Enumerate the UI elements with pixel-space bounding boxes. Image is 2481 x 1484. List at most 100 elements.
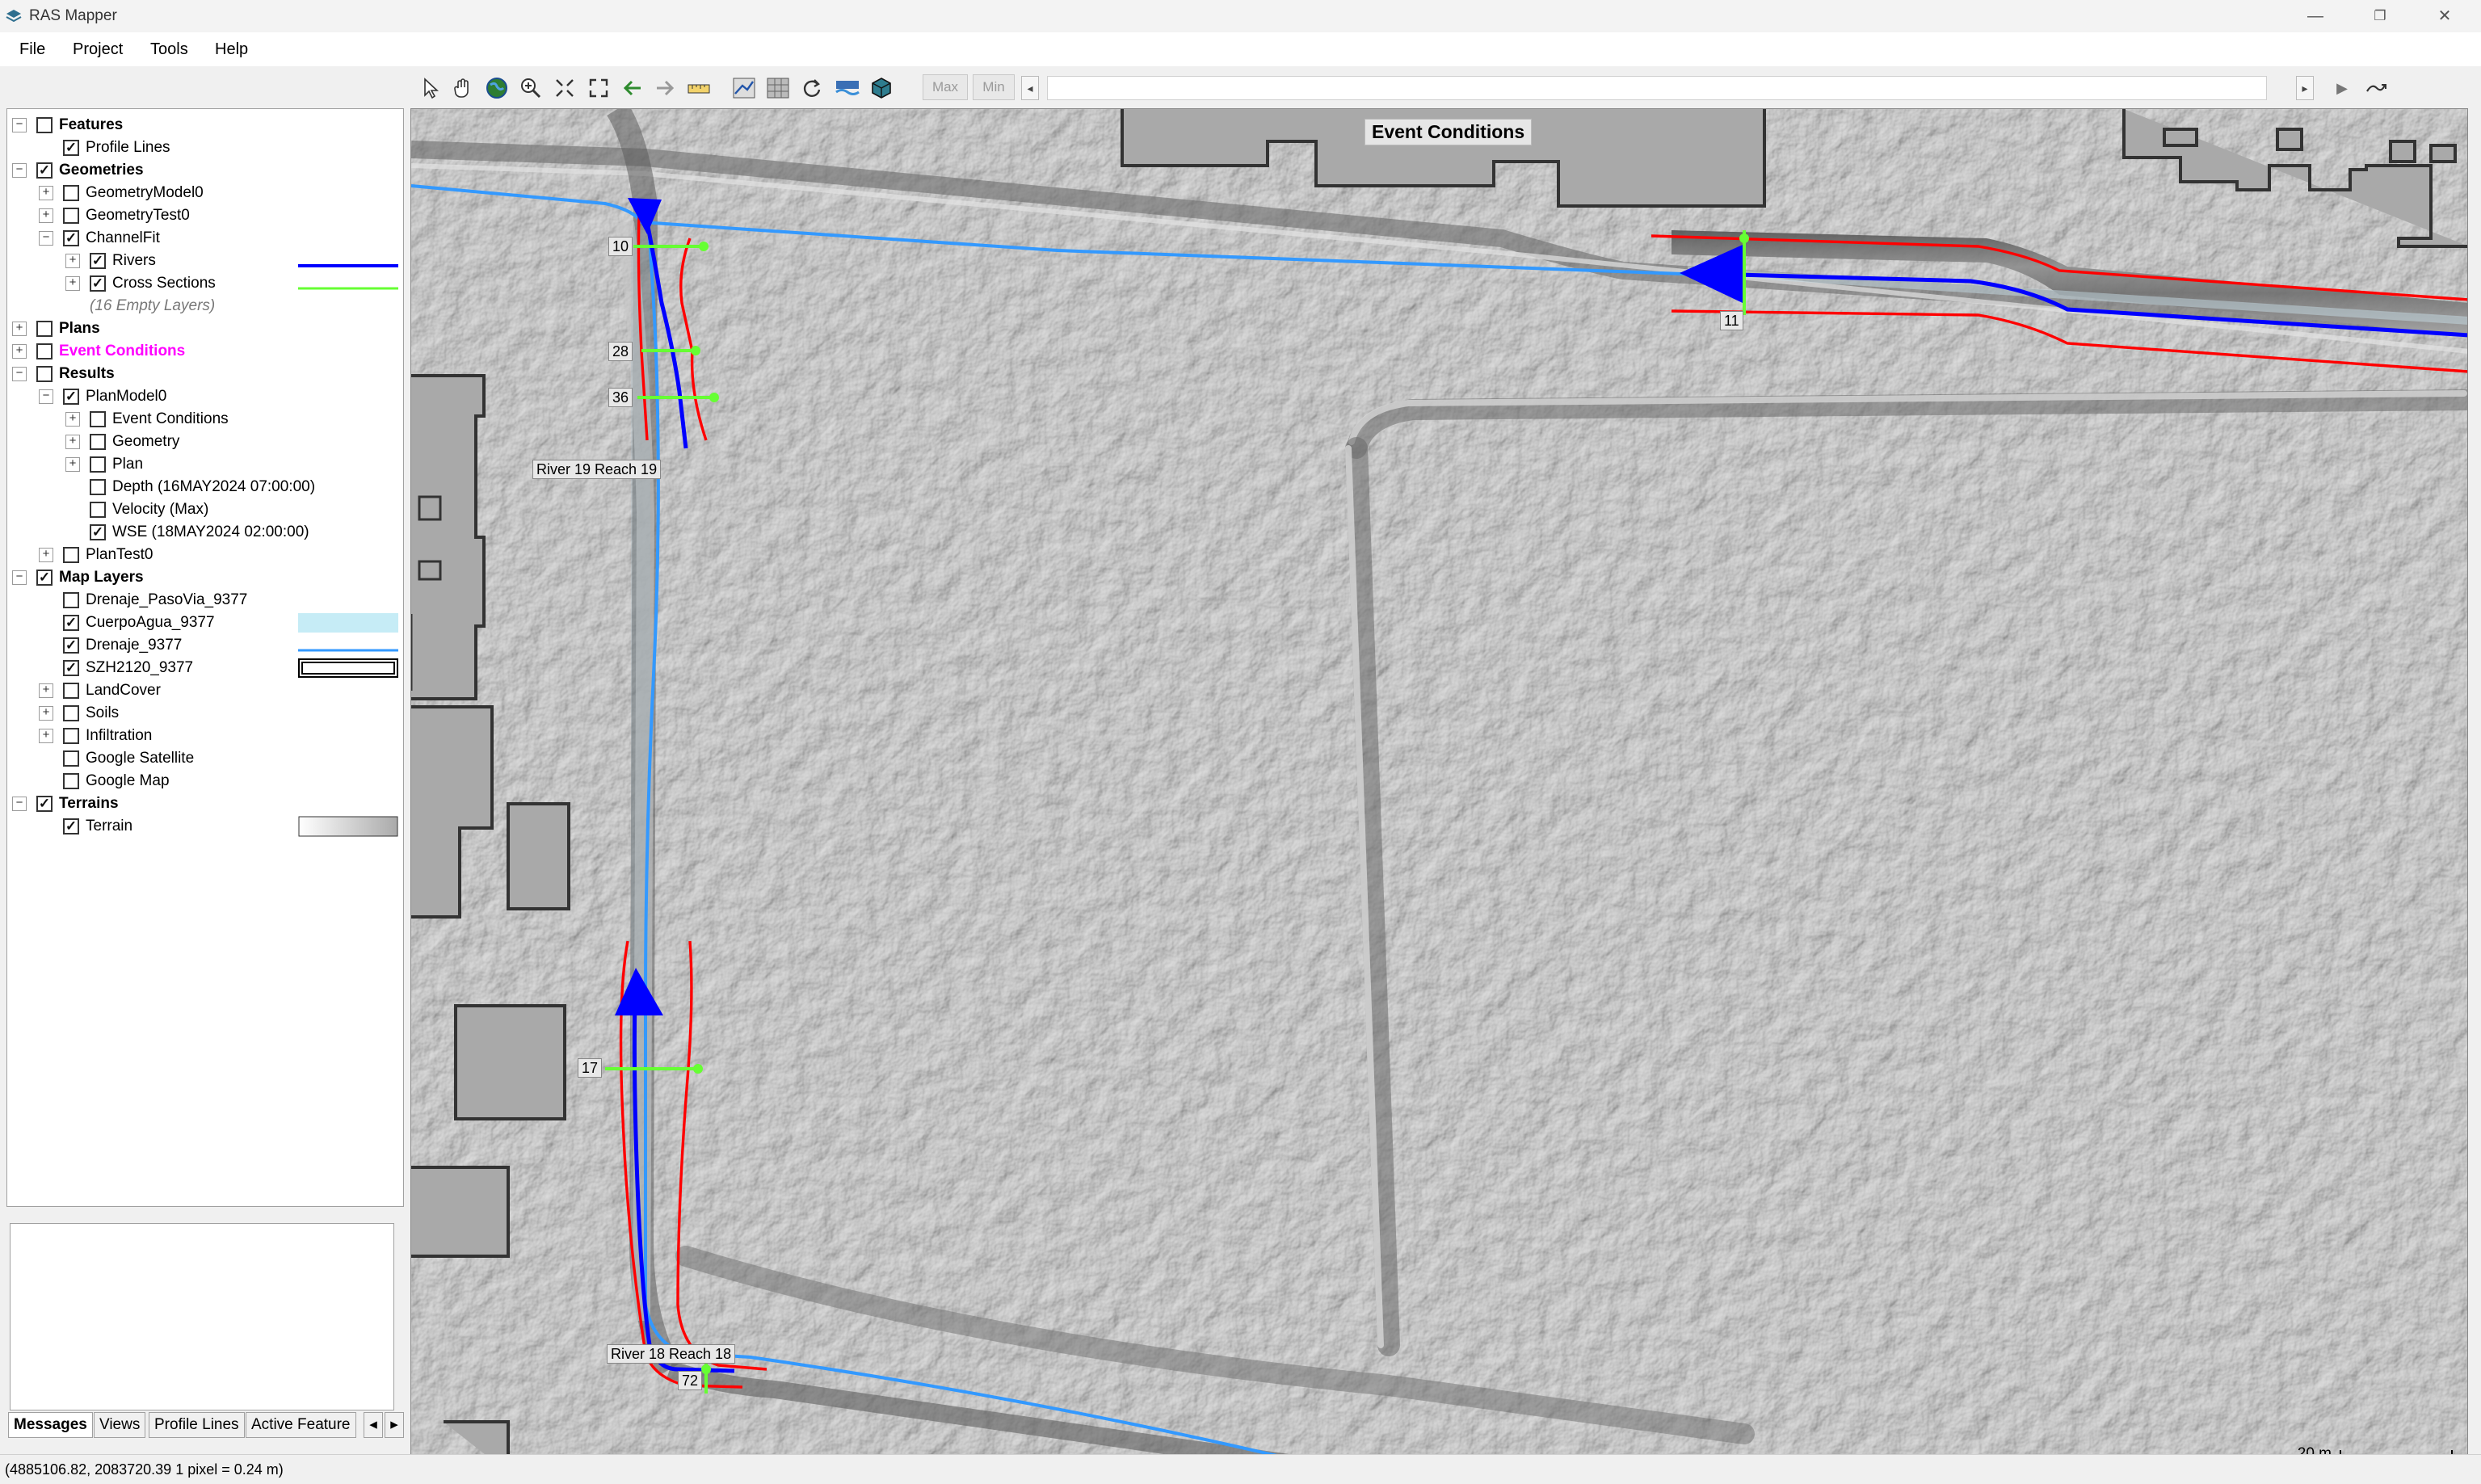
layer-row-landcover[interactable]: + LandCover bbox=[39, 679, 161, 702]
layer-row-planmodel0[interactable]: − ✓ PlanModel0 bbox=[39, 385, 166, 408]
layer-row-szh2120-9377[interactable]: ✓ SZH2120_9377 bbox=[39, 657, 193, 679]
grid-raster-icon[interactable] bbox=[764, 74, 792, 102]
layer-checkbox[interactable] bbox=[63, 592, 79, 608]
tab-scroll-right[interactable]: ▸ bbox=[385, 1412, 404, 1438]
tree-expander[interactable]: − bbox=[12, 570, 27, 585]
pan-hand-icon[interactable] bbox=[449, 74, 477, 102]
tree-expander[interactable]: − bbox=[39, 389, 53, 404]
tree-expander[interactable]: − bbox=[12, 118, 27, 132]
layer-checkbox[interactable] bbox=[63, 705, 79, 721]
xs-label-28[interactable]: 28 bbox=[608, 342, 633, 361]
layer-checkbox[interactable]: ✓ bbox=[63, 660, 79, 676]
layer-checkbox[interactable] bbox=[90, 456, 106, 473]
layer-checkbox[interactable] bbox=[36, 366, 53, 382]
xs-label-17[interactable]: 17 bbox=[578, 1058, 603, 1078]
layer-row-geometrymodel0[interactable]: + GeometryModel0 bbox=[39, 182, 204, 204]
layer-row-map-layers[interactable]: − ✓ Map Layers bbox=[12, 566, 144, 589]
layer-row-geometrytest0[interactable]: + GeometryTest0 bbox=[39, 204, 190, 227]
menu-tools[interactable]: Tools bbox=[147, 39, 191, 61]
layer-row-profile-lines[interactable]: ✓ Profile Lines bbox=[39, 137, 170, 159]
tree-expander[interactable]: + bbox=[39, 208, 53, 223]
minimize-button[interactable]: — bbox=[2283, 0, 2348, 32]
layer-row-geometry[interactable]: + Geometry bbox=[65, 431, 179, 453]
layer-checkbox[interactable]: ✓ bbox=[63, 818, 79, 834]
restore-button[interactable]: ❐ bbox=[2348, 0, 2412, 32]
layer-row-cuerpoagua-9377[interactable]: ✓ CuerpoAgua_9377 bbox=[39, 612, 215, 634]
layer-checkbox[interactable]: ✓ bbox=[36, 570, 53, 586]
animation-speed-icon[interactable] bbox=[2362, 74, 2390, 102]
forward-arrow-icon[interactable] bbox=[651, 74, 679, 102]
tree-expander[interactable]: − bbox=[39, 231, 53, 246]
xs-label-36[interactable]: 36 bbox=[608, 388, 633, 407]
tree-expander[interactable]: + bbox=[39, 706, 53, 721]
close-button[interactable]: ✕ bbox=[2412, 0, 2477, 32]
layer-row-soils[interactable]: + Soils bbox=[39, 702, 119, 725]
back-arrow-icon[interactable] bbox=[619, 74, 646, 102]
xs-label-11[interactable]: 11 bbox=[1720, 311, 1743, 330]
layer-row-plans[interactable]: + Plans bbox=[12, 317, 100, 340]
layer-checkbox[interactable] bbox=[63, 547, 79, 563]
tree-expander[interactable]: + bbox=[39, 729, 53, 743]
tree-expander[interactable]: + bbox=[65, 254, 80, 268]
slider-left-arrow[interactable]: ◂ bbox=[1021, 76, 1039, 100]
layer-checkbox[interactable] bbox=[36, 321, 53, 337]
animate-cycle-icon[interactable] bbox=[798, 74, 826, 102]
tree-expander[interactable]: + bbox=[12, 322, 27, 336]
layer-checkbox[interactable] bbox=[36, 117, 53, 133]
zoom-out-icon[interactable] bbox=[551, 74, 578, 102]
layer-row-features[interactable]: − Features bbox=[12, 114, 123, 137]
tab-active-feature[interactable]: Active Feature bbox=[246, 1412, 356, 1438]
layer-checkbox[interactable]: ✓ bbox=[90, 524, 106, 540]
layer-row-results[interactable]: − Results bbox=[12, 363, 115, 385]
layer-row-drenaje-pasovia-9377[interactable]: Drenaje_PasoVia_9377 bbox=[39, 589, 247, 612]
tree-expander[interactable]: − bbox=[12, 367, 27, 381]
layer-row-wse-18may2024-02-00-00[interactable]: ✓ WSE (18MAY2024 02:00:00) bbox=[65, 521, 309, 544]
layer-row-depth-16may2024-07-00-00[interactable]: Depth (16MAY2024 07:00:00) bbox=[65, 476, 315, 498]
slider-right-arrow[interactable]: ▸ bbox=[2296, 76, 2314, 100]
tree-expander[interactable]: + bbox=[39, 186, 53, 200]
layer-row-event-conditions[interactable]: + Event Conditions bbox=[12, 340, 185, 363]
layer-checkbox[interactable]: ✓ bbox=[36, 796, 53, 812]
layer-row-channelfit[interactable]: − ✓ ChannelFit bbox=[39, 227, 160, 250]
layer-checkbox[interactable]: ✓ bbox=[63, 140, 79, 156]
layer-checkbox[interactable]: ✓ bbox=[36, 162, 53, 179]
layer-checkbox[interactable] bbox=[63, 208, 79, 224]
profile-plot-icon[interactable] bbox=[730, 74, 758, 102]
layer-checkbox[interactable] bbox=[90, 411, 106, 427]
tab-scroll-left[interactable]: ◂ bbox=[364, 1412, 383, 1438]
tree-expander[interactable]: − bbox=[12, 163, 27, 178]
layer-checkbox[interactable] bbox=[63, 773, 79, 789]
measure-ruler-icon[interactable] bbox=[685, 74, 713, 102]
layer-row-google-satellite[interactable]: Google Satellite bbox=[39, 747, 194, 770]
layer-checkbox[interactable]: ✓ bbox=[63, 615, 79, 631]
tree-expander[interactable]: + bbox=[65, 276, 80, 291]
max-button[interactable]: Max bbox=[923, 74, 968, 100]
layer-row-velocity-max[interactable]: Velocity (Max) bbox=[65, 498, 208, 521]
select-pointer-icon[interactable] bbox=[417, 74, 444, 102]
layer-checkbox[interactable] bbox=[63, 185, 79, 201]
layer-row-drenaje-9377[interactable]: ✓ Drenaje_9377 bbox=[39, 634, 182, 657]
layer-checkbox[interactable] bbox=[90, 434, 106, 450]
full-extent-icon[interactable] bbox=[585, 74, 612, 102]
layer-checkbox[interactable] bbox=[63, 728, 79, 744]
tree-expander[interactable]: + bbox=[39, 683, 53, 698]
tree-expander[interactable]: + bbox=[65, 435, 80, 449]
layer-checkbox[interactable]: ✓ bbox=[90, 275, 106, 292]
layer-checkbox[interactable] bbox=[63, 750, 79, 767]
3d-view-cube-icon[interactable] bbox=[868, 74, 895, 102]
globe-icon[interactable] bbox=[483, 74, 511, 102]
layer-row-geometries[interactable]: − ✓ Geometries bbox=[12, 159, 144, 182]
layer-row-terrain[interactable]: ✓ Terrain bbox=[39, 815, 132, 838]
xs-label-72[interactable]: 72 bbox=[678, 1371, 703, 1390]
xs-label-10[interactable]: 10 bbox=[608, 237, 633, 256]
menu-project[interactable]: Project bbox=[69, 39, 126, 61]
layer-checkbox[interactable] bbox=[36, 343, 53, 359]
tree-expander[interactable]: + bbox=[12, 344, 27, 359]
water-surface-icon[interactable] bbox=[834, 74, 861, 102]
layer-row-google-map[interactable]: Google Map bbox=[39, 770, 170, 792]
layer-checkbox[interactable] bbox=[90, 502, 106, 518]
tab-views[interactable]: Views bbox=[94, 1412, 146, 1438]
tab-messages[interactable]: Messages bbox=[8, 1412, 93, 1438]
zoom-in-icon[interactable] bbox=[517, 74, 545, 102]
layer-row-cross-sections[interactable]: + ✓ Cross Sections bbox=[65, 272, 216, 295]
